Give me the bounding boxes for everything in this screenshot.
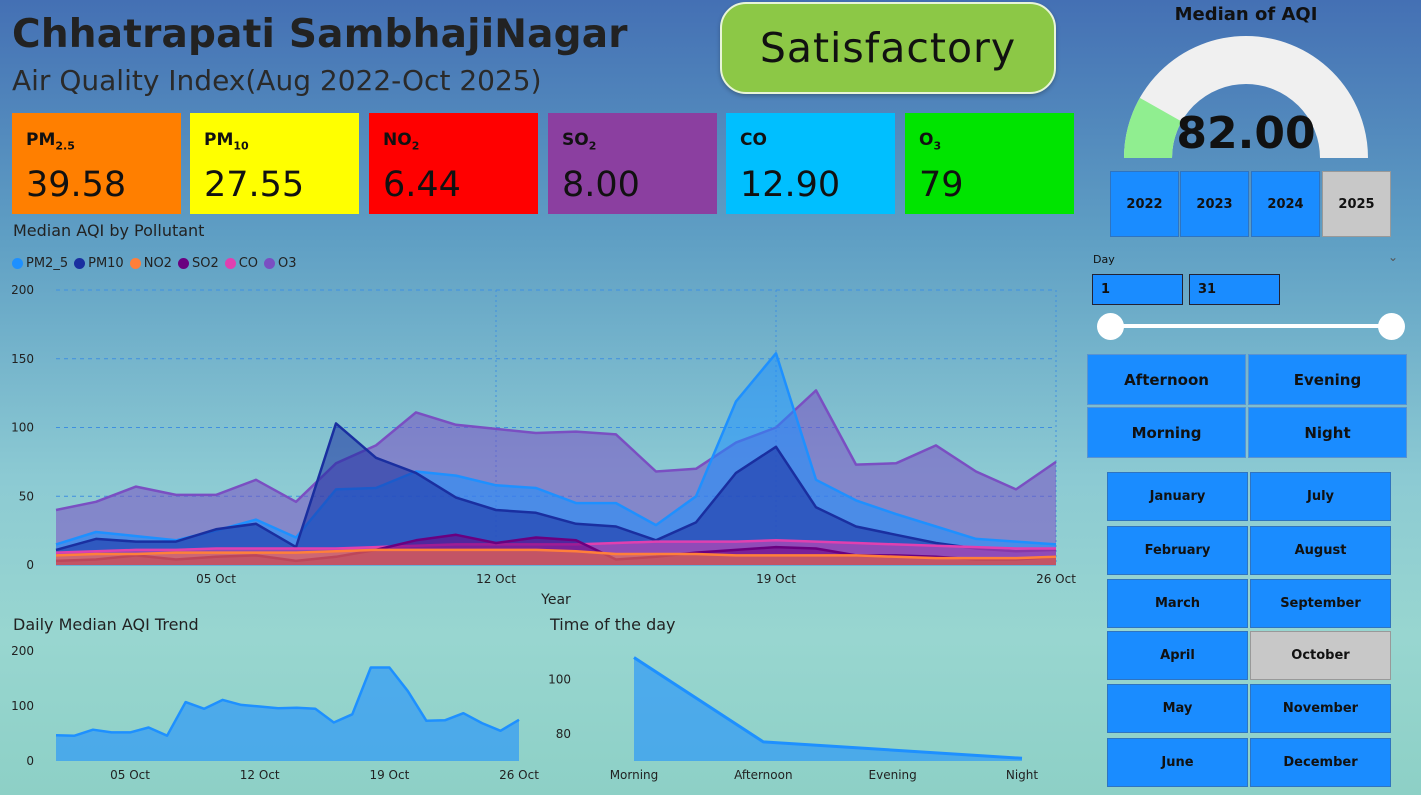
x-axis-title: Year xyxy=(540,592,571,608)
x-tick-label: 19 Oct xyxy=(756,572,796,586)
tod-button-afternoon[interactable]: Afternoon xyxy=(1087,354,1246,405)
chart-legend: PM2_5 PM10 NO2 SO2 CO O3 xyxy=(12,256,297,271)
x-tick-label: Morning xyxy=(610,768,659,782)
legend-swatch xyxy=(74,258,86,269)
legend-swatch xyxy=(224,258,236,269)
kpi-value: 6.44 xyxy=(383,165,461,205)
time-of-day-chart: 80 100 Morning Afternoon Evening Night xyxy=(548,656,1039,782)
day-to-input[interactable]: 31 xyxy=(1189,274,1280,305)
y-tick-label: 100 xyxy=(548,672,571,686)
legend-item-co: CO xyxy=(224,256,259,271)
x-tick-label: 19 Oct xyxy=(369,768,409,782)
legend-label: PM2_5 xyxy=(26,256,69,271)
x-tick-label: 05 Oct xyxy=(196,572,236,586)
x-tick-label: 12 Oct xyxy=(240,768,280,782)
year-button-2024[interactable]: 2024 xyxy=(1251,171,1320,237)
gauge-value: 82.00 xyxy=(1176,108,1316,159)
month-button-august[interactable]: August xyxy=(1250,526,1391,575)
y-tick-label: 50 xyxy=(19,489,34,503)
legend-label: CO xyxy=(238,256,259,271)
y-tick-label: 80 xyxy=(556,727,571,741)
kpi-card-pm10: PM10 27.55 xyxy=(190,113,359,214)
legend-item-no2: NO2 xyxy=(129,256,172,271)
kpi-card-o3: O3 79 xyxy=(905,113,1074,214)
y-tick-label: 100 xyxy=(11,421,34,435)
month-button-july[interactable]: July xyxy=(1250,472,1391,521)
day-from-input[interactable]: 1 xyxy=(1092,274,1183,305)
month-button-december[interactable]: December xyxy=(1250,738,1391,787)
daily-chart-title: Daily Median AQI Trend xyxy=(13,615,199,634)
legend-label: NO2 xyxy=(143,256,172,271)
dashboard-subtitle: Air Quality Index(Aug 2022-Oct 2025) xyxy=(12,64,542,97)
series-area-aqi xyxy=(56,667,519,761)
legend-label: O3 xyxy=(278,256,297,271)
month-button-june[interactable]: June xyxy=(1107,738,1248,787)
month-button-november[interactable]: November xyxy=(1250,684,1391,733)
gauge-title: Median of AQI xyxy=(1174,4,1318,25)
y-tick-label: 100 xyxy=(11,699,34,713)
kpi-value: 12.90 xyxy=(740,165,841,205)
x-tick-label: 26 Oct xyxy=(1036,572,1076,586)
legend-item-pm2_5: PM2_5 xyxy=(12,256,68,271)
kpi-label: CO xyxy=(740,130,767,150)
year-button-2022[interactable]: 2022 xyxy=(1110,171,1179,237)
month-button-march[interactable]: March xyxy=(1107,579,1248,628)
tod-chart-title: Time of the day xyxy=(550,615,676,634)
x-tick-label: 05 Oct xyxy=(110,768,150,782)
tod-button-evening[interactable]: Evening xyxy=(1248,354,1407,405)
kpi-value: 27.55 xyxy=(204,165,305,205)
year-button-2025[interactable]: 2025 xyxy=(1322,171,1391,237)
month-button-october[interactable]: October xyxy=(1250,631,1391,680)
x-tick-label: 26 Oct xyxy=(499,768,539,782)
legend-label: SO2 xyxy=(191,256,219,271)
kpi-card-co: CO 12.90 xyxy=(726,113,895,214)
x-tick-label: Night xyxy=(1006,768,1039,782)
chevron-down-icon[interactable]: ⌄ xyxy=(1388,250,1398,264)
kpi-card-no2: NO2 6.44 xyxy=(369,113,538,214)
x-tick-label: Afternoon xyxy=(734,768,793,782)
tod-button-night[interactable]: Night xyxy=(1248,407,1407,458)
kpi-label: NO2 xyxy=(383,130,420,153)
y-tick-label: 0 xyxy=(26,558,34,572)
kpi-value: 79 xyxy=(919,165,964,205)
kpi-label: PM2.5 xyxy=(26,130,75,153)
daily-aqi-chart: 0 100 200 05 Oct 12 Oct 19 Oct 26 Oct xyxy=(11,644,539,782)
main-chart-title: Median AQI by Pollutant xyxy=(13,221,205,240)
y-tick-label: 200 xyxy=(11,644,34,658)
day-slider-start-handle[interactable] xyxy=(1097,313,1124,340)
kpi-label: O3 xyxy=(919,130,942,153)
year-button-2023[interactable]: 2023 xyxy=(1180,171,1249,237)
x-tick-label: Evening xyxy=(869,768,917,782)
month-button-january[interactable]: January xyxy=(1107,472,1248,521)
day-slider-track[interactable] xyxy=(1110,324,1392,328)
dashboard-title: Chhatrapati SambhajiNagar xyxy=(12,12,628,57)
day-label: Day xyxy=(1093,253,1115,266)
kpi-card-so2: SO2 8.00 xyxy=(548,113,717,214)
kpi-value: 39.58 xyxy=(26,165,127,205)
day-slider-end-handle[interactable] xyxy=(1378,313,1405,340)
kpi-card-pm25: PM2.5 39.58 xyxy=(12,113,181,214)
legend-item-so2: SO2 xyxy=(177,256,219,271)
y-tick-label: 200 xyxy=(11,283,34,297)
legend-swatch xyxy=(177,258,189,269)
month-button-may[interactable]: May xyxy=(1107,684,1248,733)
legend-item-pm10: PM10 xyxy=(74,256,124,271)
x-tick-label: 12 Oct xyxy=(476,572,516,586)
kpi-label: SO2 xyxy=(562,130,597,153)
legend-swatch xyxy=(264,258,276,269)
aqi-status-card: Satisfactory xyxy=(720,2,1056,94)
kpi-value: 8.00 xyxy=(562,165,640,205)
legend-swatch xyxy=(129,258,141,269)
y-tick-label: 150 xyxy=(11,352,34,366)
tod-button-morning[interactable]: Morning xyxy=(1087,407,1246,458)
month-button-february[interactable]: February xyxy=(1107,526,1248,575)
month-button-september[interactable]: September xyxy=(1250,579,1391,628)
kpi-label: PM10 xyxy=(204,130,249,153)
y-tick-label: 0 xyxy=(26,754,34,768)
legend-item-o3: O3 xyxy=(264,256,297,271)
pollutant-area-chart: 0 50 100 150 200 05 Oct 12 Oct 19 Oct 26 Oct Year xyxy=(11,283,1076,608)
legend-swatch xyxy=(12,258,23,269)
month-button-april[interactable]: April xyxy=(1107,631,1248,680)
legend-label: PM10 xyxy=(88,256,124,271)
